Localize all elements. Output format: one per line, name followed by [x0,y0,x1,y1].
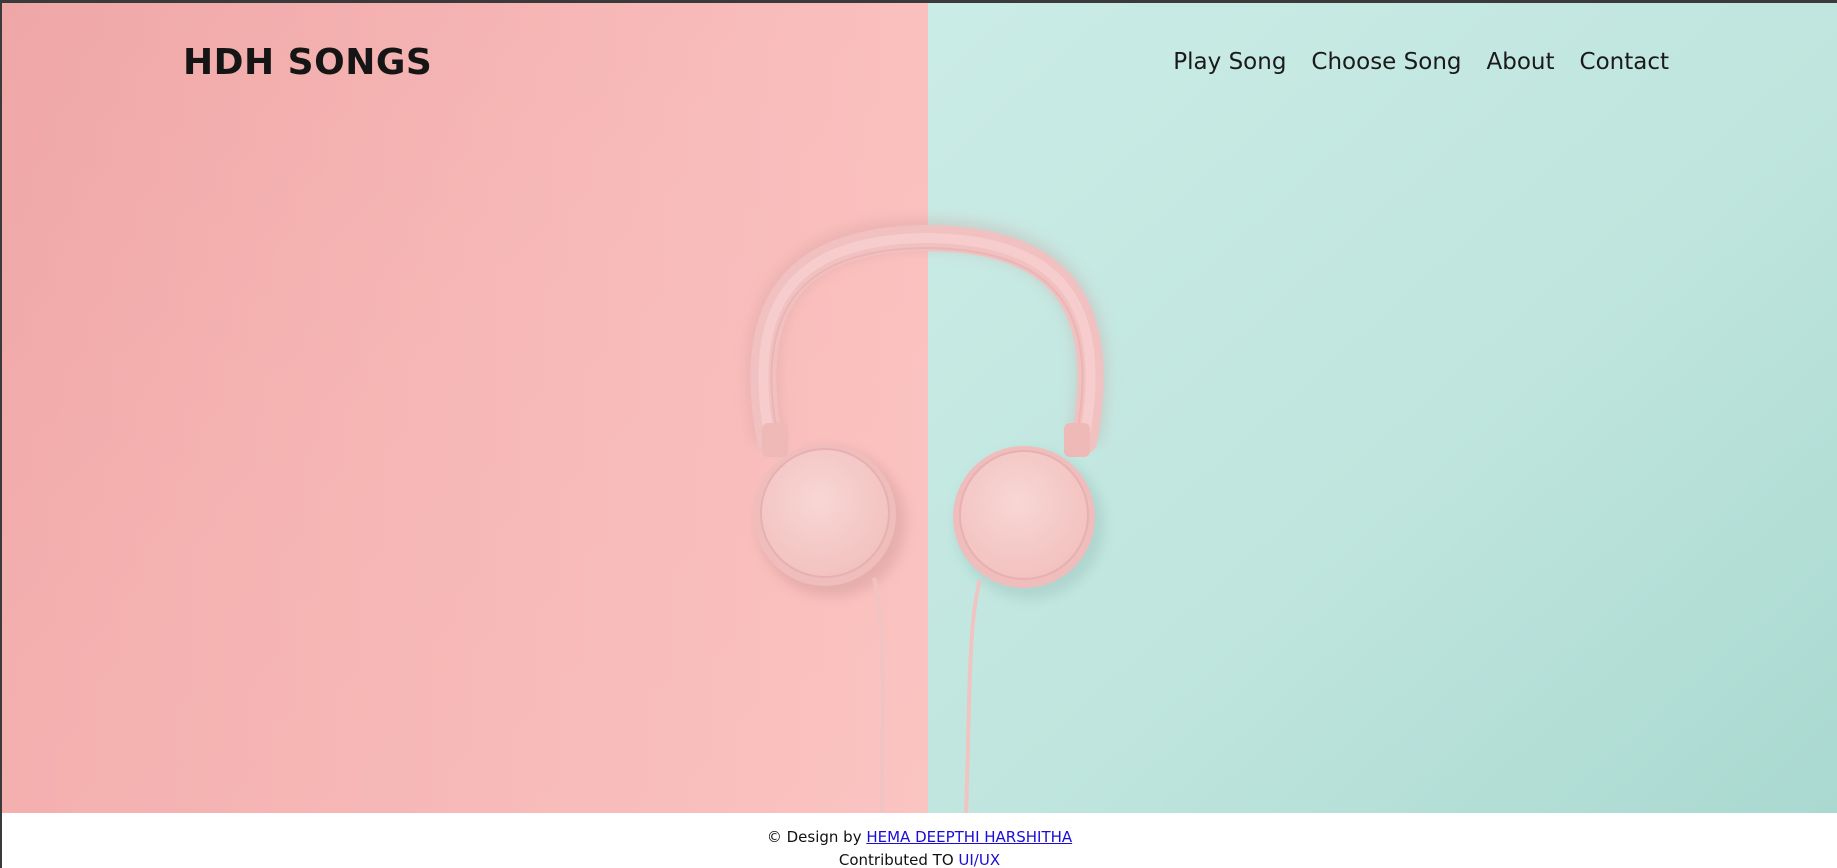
footer-contributed-prefix: Contributed TO [838,851,959,868]
uiux-link[interactable]: UI/UX [958,851,1000,868]
footer-credit: © Design by HEMA DEEPTHI HARSHITHA [2,828,1837,846]
nav-about[interactable]: About [1487,47,1555,77]
footer-contribution: Contributed TO UI/UX [2,851,1837,868]
main-nav: Play Song Choose Song About Contact [1173,47,1669,77]
nav-contact[interactable]: Contact [1580,47,1669,77]
nav-play-song[interactable]: Play Song [1173,47,1286,77]
designer-link[interactable]: HEMA DEEPTHI HARSHITHA [866,828,1072,846]
hero-image [2,3,1837,813]
nav-choose-song[interactable]: Choose Song [1311,47,1461,77]
hero-section: HDH SONGS Play Song Choose Song About Co… [2,3,1837,813]
browser-viewport: HDH SONGS Play Song Choose Song About Co… [2,3,1837,868]
page-footer: © Design by HEMA DEEPTHI HARSHITHA Contr… [2,813,1837,868]
site-logo-title[interactable]: HDH SONGS [183,39,432,87]
footer-design-prefix: © Design by [766,828,867,846]
